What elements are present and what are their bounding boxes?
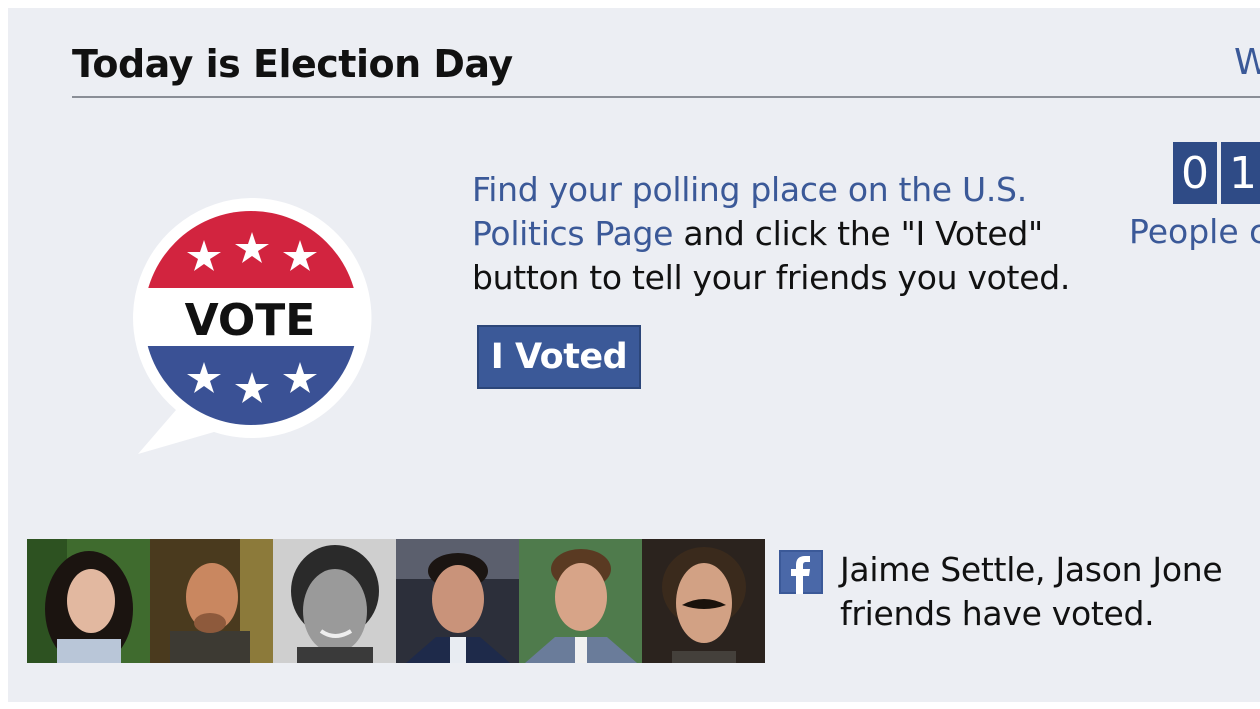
friend-photo-4[interactable] <box>396 539 519 663</box>
counter-digit: 0 <box>1173 142 1217 204</box>
header-link[interactable]: W <box>1234 42 1260 83</box>
friend-photo-2[interactable] <box>150 539 273 663</box>
page-title: Today is Election Day <box>72 42 513 86</box>
friend-photo-3[interactable] <box>273 539 396 663</box>
friend-photo-1[interactable] <box>27 539 150 663</box>
friend-photos <box>27 539 767 663</box>
counter-label: People c <box>1129 212 1260 251</box>
friends-names[interactable]: Jaime Settle, Jason Jone <box>840 548 1260 592</box>
vote-label: VOTE <box>185 295 316 346</box>
vote-badge: VOTE <box>133 197 372 454</box>
friends-voted-text: Jaime Settle, Jason Jone friends have vo… <box>840 548 1260 636</box>
counter-digit: 1 <box>1221 142 1260 204</box>
i-voted-button[interactable]: I Voted <box>477 325 641 389</box>
election-message: Find your polling place on the U.S. Poli… <box>472 168 1112 300</box>
header-divider <box>72 96 1260 98</box>
friend-photo-6[interactable] <box>642 539 765 663</box>
friend-photo-5[interactable] <box>519 539 642 663</box>
facebook-icon <box>779 550 823 594</box>
voter-counter: 0 1 <box>1173 142 1260 204</box>
friends-voted-line: friends have voted. <box>840 594 1155 633</box>
